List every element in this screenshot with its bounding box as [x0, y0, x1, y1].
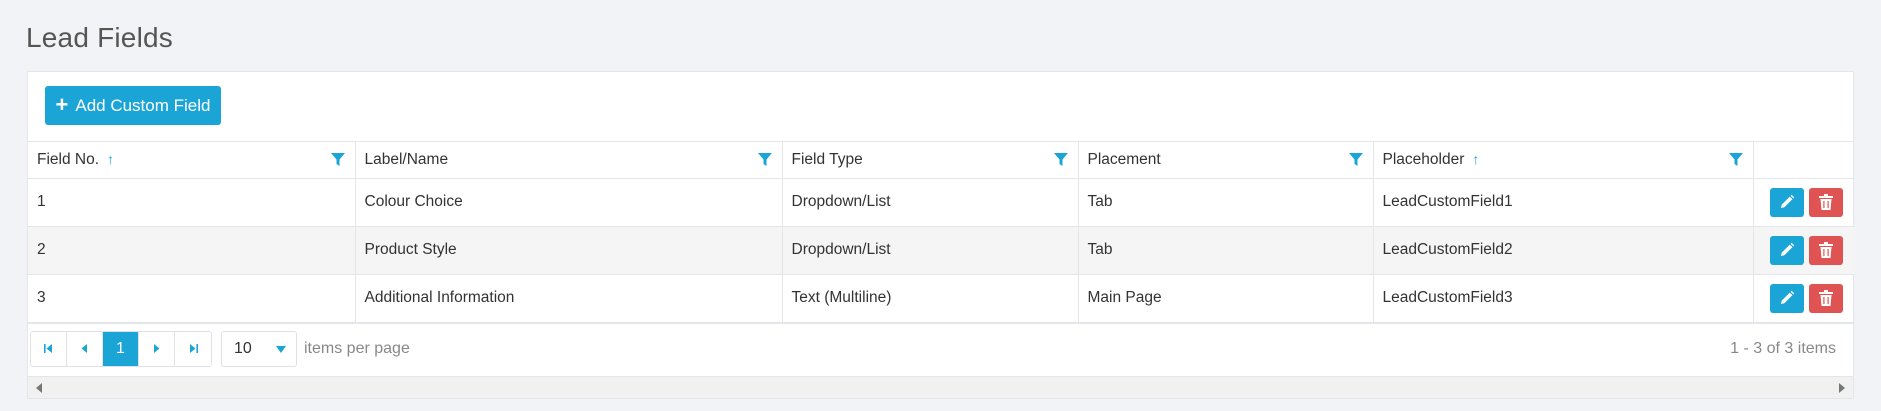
- table-row: 1 Colour Choice Dropdown/List Tab LeadCu…: [28, 178, 1855, 226]
- column-label: Placeholder: [1382, 150, 1465, 168]
- column-header-actions: [1753, 142, 1855, 178]
- edit-button[interactable]: [1769, 187, 1804, 217]
- sort-asc-icon: ↑: [107, 150, 115, 167]
- filter-icon[interactable]: [330, 153, 345, 167]
- cell-label-name: Additional Information: [355, 274, 783, 322]
- cell-label-name: Product Style: [355, 226, 783, 274]
- column-label: Placement: [1087, 150, 1161, 168]
- trash-icon: [1818, 290, 1833, 306]
- delete-button[interactable]: [1808, 187, 1843, 217]
- first-page-icon: [44, 344, 52, 353]
- page-button-current[interactable]: 1: [103, 331, 139, 366]
- last-page-button[interactable]: [175, 331, 211, 366]
- cell-placement: Tab: [1078, 226, 1374, 274]
- cell-field-no: 1: [28, 178, 356, 226]
- sort-asc-icon: ↑: [1472, 150, 1480, 167]
- cell-actions: [1753, 226, 1855, 274]
- page-size-select[interactable]: 10: [221, 330, 297, 367]
- cell-placeholder: LeadCustomField3: [1373, 274, 1754, 322]
- cell-placement: Main Page: [1078, 274, 1374, 322]
- pencil-icon: [1780, 194, 1794, 208]
- prev-page-icon: [81, 344, 87, 353]
- page-title: Lead Fields: [26, 22, 173, 53]
- cell-placement: Tab: [1078, 178, 1374, 226]
- filter-icon[interactable]: [757, 153, 772, 167]
- cell-field-type: Text (Multiline): [782, 274, 1079, 322]
- pencil-icon: [1780, 242, 1794, 256]
- column-label: Field Type: [791, 150, 863, 168]
- cell-field-type: Dropdown/List: [782, 178, 1079, 226]
- edit-button[interactable]: [1769, 235, 1804, 265]
- cell-placeholder: LeadCustomField1: [1373, 178, 1754, 226]
- grid-toolbar: + Add Custom Field: [28, 72, 1853, 142]
- plus-icon: +: [55, 91, 69, 117]
- delete-button[interactable]: [1808, 283, 1843, 313]
- scroll-left-icon[interactable]: [36, 383, 42, 393]
- scroll-right-icon[interactable]: [1839, 383, 1845, 393]
- page-size-value: 10: [234, 339, 252, 357]
- cell-actions: [1753, 178, 1855, 226]
- next-page-icon: [154, 344, 160, 353]
- pager-range-info: 1 - 3 of 3 items: [1730, 339, 1836, 357]
- column-label: Field No.: [37, 150, 100, 168]
- edit-button[interactable]: [1769, 283, 1804, 313]
- cell-label-name: Colour Choice: [355, 178, 783, 226]
- cell-field-no: 3: [28, 274, 356, 322]
- filter-icon[interactable]: [1348, 153, 1363, 167]
- pager-nav: 1: [30, 330, 212, 367]
- add-custom-field-button[interactable]: + Add Custom Field: [45, 86, 221, 125]
- table-header-row: Field No. ↑ Label/Name Field Type Placeme…: [28, 142, 1855, 178]
- filter-icon[interactable]: [1728, 153, 1743, 167]
- lead-fields-table: Field No. ↑ Label/Name Field Type Placeme…: [28, 142, 1855, 323]
- filter-icon[interactable]: [1053, 153, 1068, 167]
- cell-actions: [1753, 274, 1855, 322]
- cell-placeholder: LeadCustomField2: [1373, 226, 1754, 274]
- next-page-button[interactable]: [139, 331, 175, 366]
- trash-icon: [1818, 194, 1833, 210]
- last-page-icon: [189, 344, 198, 353]
- first-page-button[interactable]: [31, 331, 67, 366]
- items-per-page-label: items per page: [304, 339, 410, 357]
- delete-button[interactable]: [1808, 235, 1843, 265]
- cell-field-no: 2: [28, 226, 356, 274]
- chevron-down-icon: [276, 345, 286, 353]
- column-header-field-no[interactable]: Field No. ↑: [28, 142, 356, 178]
- pencil-icon: [1780, 290, 1794, 304]
- table-row: 2 Product Style Dropdown/List Tab LeadCu…: [28, 226, 1855, 274]
- table-row: 3 Additional Information Text (Multiline…: [28, 274, 1855, 322]
- horizontal-scrollbar[interactable]: [28, 376, 1853, 398]
- column-header-field-type[interactable]: Field Type: [782, 142, 1079, 178]
- column-header-placeholder[interactable]: Placeholder ↑: [1373, 142, 1754, 178]
- column-header-label-name[interactable]: Label/Name: [355, 142, 783, 178]
- prev-page-button[interactable]: [67, 331, 103, 366]
- column-header-placement[interactable]: Placement: [1078, 142, 1374, 178]
- add-custom-field-label: Add Custom Field: [75, 95, 211, 115]
- pager: 1 10 items per page 1 - 3 of 3 items: [28, 322, 1853, 373]
- trash-icon: [1818, 242, 1833, 258]
- column-label: Label/Name: [364, 150, 449, 168]
- cell-field-type: Dropdown/List: [782, 226, 1079, 274]
- lead-fields-grid: + Add Custom Field Field No. ↑ Label/Name…: [27, 71, 1855, 399]
